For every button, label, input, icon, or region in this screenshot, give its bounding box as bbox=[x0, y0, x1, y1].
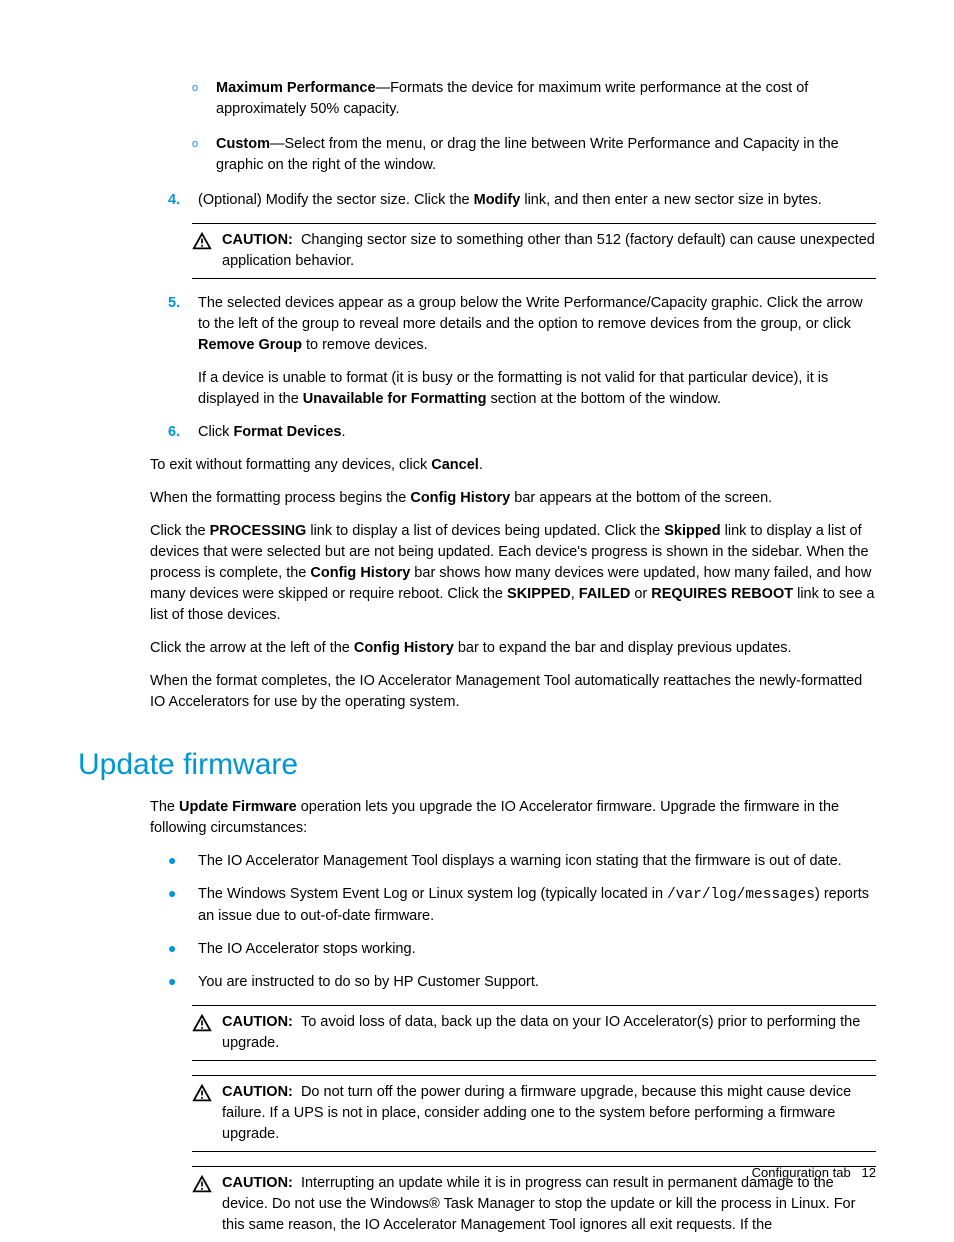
text: Click the bbox=[150, 523, 210, 539]
bullet-text: The IO Accelerator stops working. bbox=[198, 939, 876, 960]
text: bar appears at the bottom of the screen. bbox=[510, 490, 772, 506]
text: Click the arrow at the left of the bbox=[150, 640, 354, 656]
heading-update-firmware: Update firmware bbox=[78, 743, 876, 787]
bullet-dot: ● bbox=[168, 851, 198, 872]
step-5: 5. The selected devices appear as a grou… bbox=[168, 293, 876, 410]
step-4: 4. (Optional) Modify the sector size. Cl… bbox=[168, 190, 876, 211]
text: . bbox=[479, 457, 483, 473]
para-arrow: Click the arrow at the left of the Confi… bbox=[150, 638, 876, 659]
text: (Optional) Modify the sector size. Click… bbox=[198, 192, 474, 208]
bullet-label: Custom bbox=[216, 136, 270, 152]
bold-update-firmware: Update Firmware bbox=[179, 799, 297, 815]
bullet-dot: ● bbox=[168, 939, 198, 960]
fw-bullet-2: ● The Windows System Event Log or Linux … bbox=[168, 884, 876, 927]
para-processing: Click the PROCESSING link to display a l… bbox=[150, 521, 876, 626]
para-fw-intro: The Update Firmware operation lets you u… bbox=[150, 797, 876, 839]
caution-label: CAUTION: bbox=[222, 232, 293, 248]
bold-failed: FAILED bbox=[579, 586, 631, 602]
page-content: o Maximum Performance—Formats the device… bbox=[150, 78, 876, 1242]
para-complete: When the format completes, the IO Accele… bbox=[150, 671, 876, 713]
caution-icon bbox=[192, 230, 222, 272]
step-number: 4. bbox=[168, 190, 198, 211]
text: link to display a list of devices being … bbox=[306, 523, 664, 539]
step-number: 6. bbox=[168, 422, 198, 443]
footer-label: Configuration tab bbox=[752, 1165, 851, 1180]
bullet-text: The IO Accelerator Management Tool displ… bbox=[198, 851, 876, 872]
para-begin: When the formatting process begins the C… bbox=[150, 488, 876, 509]
text: When the formatting process begins the bbox=[150, 490, 410, 506]
bold-format-devices: Format Devices bbox=[233, 424, 341, 440]
footer-page: 12 bbox=[862, 1165, 876, 1180]
text: The bbox=[150, 799, 179, 815]
bold-requires-reboot: REQUIRES REBOOT bbox=[651, 586, 793, 602]
text: bar to expand the bar and display previo… bbox=[454, 640, 792, 656]
document-page: o Maximum Performance—Formats the device… bbox=[0, 0, 954, 1235]
text: section at the bottom of the window. bbox=[487, 391, 722, 407]
caution-label: CAUTION: bbox=[222, 1175, 293, 1191]
caution-body: To avoid loss of data, back up the data … bbox=[222, 1014, 860, 1051]
caution-backup: CAUTION: To avoid loss of data, back up … bbox=[192, 1005, 876, 1061]
text: The Windows System Event Log or Linux sy… bbox=[198, 886, 667, 902]
bullet-marker: o bbox=[192, 78, 216, 120]
fw-bullet-3: ● The IO Accelerator stops working. bbox=[168, 939, 876, 960]
caution-icon bbox=[192, 1173, 222, 1236]
text: . bbox=[341, 424, 345, 440]
bold-skipped: Skipped bbox=[664, 523, 720, 539]
caution-icon bbox=[192, 1012, 222, 1054]
text: , bbox=[571, 586, 579, 602]
step-6: 6. Click Format Devices. bbox=[168, 422, 876, 443]
bullet-desc: —Select from the menu, or drag the line … bbox=[216, 136, 839, 173]
bullet-dot: ● bbox=[168, 884, 198, 927]
caution-label: CAUTION: bbox=[222, 1084, 293, 1100]
para-exit: To exit without formatting any devices, … bbox=[150, 455, 876, 476]
bold-unavailable: Unavailable for Formatting bbox=[303, 391, 487, 407]
bold-cancel: Cancel bbox=[431, 457, 479, 473]
caution-sector-size: CAUTION: Changing sector size to somethi… bbox=[192, 223, 876, 279]
text: The selected devices appear as a group b… bbox=[198, 295, 863, 332]
text: Click bbox=[198, 424, 233, 440]
caution-text: CAUTION: Changing sector size to somethi… bbox=[222, 230, 876, 272]
bullet-text: You are instructed to do so by HP Custom… bbox=[198, 972, 876, 993]
text: link, and then enter a new sector size i… bbox=[520, 192, 821, 208]
caution-body: Changing sector size to something other … bbox=[222, 232, 875, 269]
sub-bullet-custom: o Custom—Select from the menu, or drag t… bbox=[192, 134, 876, 176]
bold-config-history: Config History bbox=[310, 565, 410, 581]
caution-text: CAUTION: To avoid loss of data, back up … bbox=[222, 1012, 876, 1054]
bullet-text: The Windows System Event Log or Linux sy… bbox=[198, 884, 876, 927]
bold-remove-group: Remove Group bbox=[198, 337, 302, 353]
bold-processing: PROCESSING bbox=[210, 523, 307, 539]
step-5-para-2: If a device is unable to format (it is b… bbox=[198, 368, 876, 410]
bullet-text: Maximum Performance—Formats the device f… bbox=[216, 78, 876, 120]
text: To exit without formatting any devices, … bbox=[150, 457, 431, 473]
bold-skipped-caps: SKIPPED bbox=[507, 586, 571, 602]
bold-config-history: Config History bbox=[410, 490, 510, 506]
bullet-label: Maximum Performance bbox=[216, 80, 376, 96]
caution-body: Interrupting an update while it is in pr… bbox=[222, 1175, 855, 1233]
step-text: (Optional) Modify the sector size. Click… bbox=[198, 190, 876, 211]
text: or bbox=[630, 586, 651, 602]
fw-bullet-1: ● The IO Accelerator Management Tool dis… bbox=[168, 851, 876, 872]
caution-power: CAUTION: Do not turn off the power durin… bbox=[192, 1075, 876, 1152]
caution-icon bbox=[192, 1082, 222, 1145]
bold-modify: Modify bbox=[474, 192, 521, 208]
bold-config-history: Config History bbox=[354, 640, 454, 656]
caution-label: CAUTION: bbox=[222, 1014, 293, 1030]
step-text: Click Format Devices. bbox=[198, 422, 876, 443]
step-5-para-1: The selected devices appear as a group b… bbox=[198, 293, 876, 356]
caution-text: CAUTION: Do not turn off the power durin… bbox=[222, 1082, 876, 1145]
bullet-dot: ● bbox=[168, 972, 198, 993]
step-number: 5. bbox=[168, 293, 198, 410]
bullet-text: Custom—Select from the menu, or drag the… bbox=[216, 134, 876, 176]
step-body: The selected devices appear as a group b… bbox=[198, 293, 876, 410]
text: to remove devices. bbox=[302, 337, 428, 353]
caution-body: Do not turn off the power during a firmw… bbox=[222, 1084, 851, 1142]
fw-bullet-4: ● You are instructed to do so by HP Cust… bbox=[168, 972, 876, 993]
page-footer: Configuration tab 12 bbox=[752, 1164, 876, 1183]
sub-bullet-max-performance: o Maximum Performance—Formats the device… bbox=[192, 78, 876, 120]
bullet-marker: o bbox=[192, 134, 216, 176]
code-path: /var/log/messages bbox=[667, 887, 815, 903]
